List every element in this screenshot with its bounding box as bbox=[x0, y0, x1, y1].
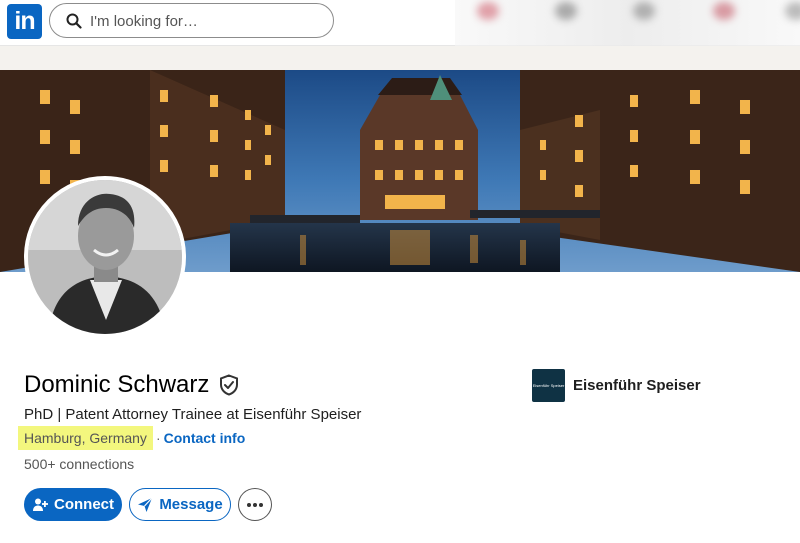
search-box[interactable] bbox=[49, 3, 334, 38]
connect-button-label: Connect bbox=[54, 496, 114, 513]
message-button-label: Message bbox=[159, 496, 223, 513]
company-name[interactable]: Eisenführ Speiser bbox=[573, 377, 701, 394]
separator-dot: · bbox=[155, 430, 161, 446]
location-row: Hamburg, Germany · Contact info bbox=[18, 426, 245, 450]
location-text: Hamburg, Germany bbox=[18, 426, 153, 450]
shield-check-icon[interactable] bbox=[219, 374, 239, 396]
company-logo[interactable]: Eisenführ Speiser bbox=[532, 369, 565, 402]
top-navigation: in bbox=[0, 0, 800, 46]
connections-count[interactable]: 500+ connections bbox=[24, 456, 134, 472]
page-background-strip bbox=[0, 46, 800, 70]
profile-name: Dominic Schwarz bbox=[24, 371, 210, 398]
message-button[interactable]: Message bbox=[129, 488, 231, 521]
more-actions-button[interactable] bbox=[238, 488, 272, 521]
blurred-nav-items bbox=[455, 0, 800, 46]
profile-photo[interactable] bbox=[24, 176, 186, 338]
add-person-icon bbox=[33, 498, 48, 511]
ellipsis-icon bbox=[247, 502, 263, 507]
send-icon bbox=[138, 497, 153, 512]
contact-info-link[interactable]: Contact info bbox=[164, 430, 246, 446]
search-icon bbox=[66, 13, 82, 29]
profile-headline: PhD | Patent Attorney Trainee at Eisenfü… bbox=[24, 406, 362, 423]
search-input[interactable] bbox=[90, 9, 320, 33]
linkedin-logo[interactable]: in bbox=[7, 4, 42, 39]
connect-button[interactable]: Connect bbox=[24, 488, 122, 521]
